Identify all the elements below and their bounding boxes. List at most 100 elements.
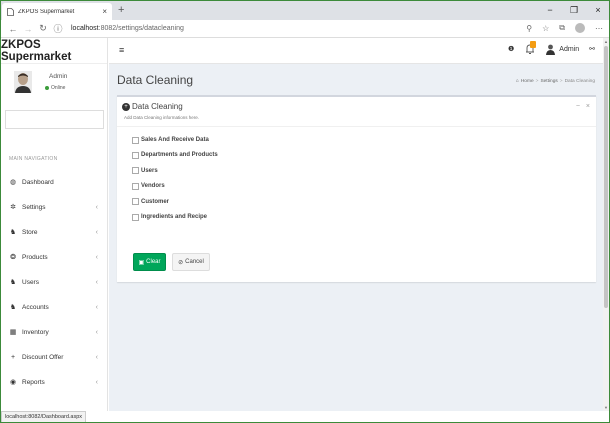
- notifications-bell-icon[interactable]: [524, 41, 537, 55]
- collections-icon[interactable]: ⧉: [559, 23, 565, 33]
- box-title-text: Data Cleaning: [132, 102, 183, 111]
- products-icon: ❂: [10, 254, 16, 261]
- minimize-button[interactable]: −: [545, 4, 555, 16]
- tab-close-icon[interactable]: ×: [102, 7, 107, 16]
- checkbox-row[interactable]: Customer: [132, 197, 169, 207]
- info-circle-icon[interactable]: ❶: [508, 45, 514, 53]
- checkbox[interactable]: [132, 198, 139, 206]
- tab-title: ZKPOS Supermarket: [18, 8, 75, 15]
- sidebar-item-dashboard[interactable]: ◍ Dashboard: [1, 172, 107, 192]
- avatar: [14, 71, 32, 93]
- breadcrumb-home[interactable]: Home: [521, 79, 534, 84]
- checkbox[interactable]: [132, 167, 139, 175]
- sidebar-item-label: Users: [22, 278, 39, 286]
- checkbox[interactable]: [132, 213, 139, 221]
- users-icon: ♞: [9, 304, 17, 311]
- checkbox-label: Vendors: [141, 183, 165, 190]
- checkbox-row[interactable]: Sales And Receive Data: [132, 135, 209, 145]
- breadcrumb-current: Data Cleaning: [564, 79, 595, 84]
- favorite-star-icon[interactable]: ☆: [542, 24, 549, 33]
- scroll-down-icon[interactable]: ▼: [604, 405, 608, 410]
- sidebar-item-inventory[interactable]: ▦ Inventory ‹: [1, 322, 107, 342]
- breadcrumb: ⌂ Home > Settings > Data Cleaning: [516, 79, 595, 84]
- checkbox-row[interactable]: Ingredients and Recipe: [132, 212, 207, 222]
- box-subtitle: Add Data Cleaning informations here.: [124, 115, 200, 120]
- sidebar-item-discount-offer[interactable]: + Discount Offer ‹: [1, 347, 107, 367]
- scrollbar-thumb[interactable]: [604, 46, 608, 308]
- sidebar-item-label: Dashboard: [22, 178, 54, 186]
- window-controls: − ❐ ×: [545, 4, 603, 16]
- sidebar-item-label: Reports: [22, 378, 45, 386]
- checkbox-label: Ingredients and Recipe: [141, 214, 208, 220]
- checkbox-label: Sales And Receive Data: [141, 137, 209, 143]
- checkbox-row[interactable]: Departments and Products: [132, 150, 218, 160]
- settings-share-icon[interactable]: ⚯: [589, 45, 595, 53]
- browser-status-bar: localhost:8082/Dashboard.aspx: [1, 411, 87, 422]
- page-title: Data Cleaning: [117, 73, 194, 87]
- plus-icon: +: [10, 353, 16, 361]
- breadcrumb-separator: >: [535, 79, 539, 84]
- url-host: localhost: [71, 25, 99, 32]
- checkbox[interactable]: [132, 136, 139, 144]
- sidebar-item-label: Accounts: [22, 303, 49, 311]
- close-icon[interactable]: ×: [586, 103, 590, 110]
- page-scrollbar[interactable]: ▲ ▼: [603, 38, 609, 411]
- sidebar-item-users[interactable]: ♞ Users ‹: [1, 272, 107, 292]
- chevron-left-icon: ‹: [95, 328, 98, 336]
- tab-strip: ZKPOS Supermarket × + − ❐ ×: [1, 1, 609, 20]
- sidebar-item-accounts[interactable]: ♞ Accounts ‹: [1, 297, 107, 317]
- more-icon[interactable]: ⋯: [595, 24, 603, 33]
- clear-icon: ▣: [138, 259, 145, 266]
- info-icon[interactable]: ⓘ: [52, 22, 64, 35]
- forward-arrow-icon[interactable]: →: [22, 24, 34, 34]
- chevron-left-icon: ‹: [95, 353, 98, 361]
- profile-icon[interactable]: [575, 23, 585, 33]
- admin-user-menu[interactable]: Admin: [546, 44, 579, 55]
- page-icon: [7, 7, 14, 16]
- address-bar: ← → ↻ ⓘ localhost:8082/settings/dataclea…: [1, 20, 609, 38]
- admin-avatar-icon: [546, 44, 556, 55]
- home-icon: ⌂: [515, 79, 519, 84]
- chevron-left-icon: ‹: [95, 228, 98, 236]
- checkbox-label: Departments and Products: [141, 152, 218, 159]
- clear-button-label: Clear: [146, 259, 161, 265]
- back-arrow-icon[interactable]: ←: [7, 24, 19, 34]
- dashboard-icon: ◍: [9, 179, 17, 186]
- box-title: + Data Cleaning: [122, 102, 183, 111]
- checkbox-row[interactable]: Users: [132, 166, 158, 176]
- box-tools: − ×: [576, 103, 590, 110]
- scroll-up-icon[interactable]: ▲: [604, 39, 608, 44]
- sidebar-item-label: Store: [22, 228, 38, 236]
- hamburger-menu-icon[interactable]: ≡: [119, 45, 124, 55]
- checkbox-label: Users: [141, 167, 158, 174]
- url-field[interactable]: localhost:8082/settings/datacleaning: [71, 25, 184, 32]
- clear-button[interactable]: ▣ Clear: [133, 253, 166, 271]
- close-window-button[interactable]: ×: [593, 4, 603, 16]
- sidebar: ZKPOS Supermarket Admin Online MAIN NAVI…: [1, 38, 108, 411]
- cancel-button[interactable]: ⊘ Cancel: [172, 253, 210, 271]
- chevron-left-icon: ‹: [95, 378, 98, 386]
- sidebar-item-store[interactable]: ♞ Store ‹: [1, 222, 107, 242]
- checkbox-row[interactable]: Vendors: [132, 181, 165, 191]
- checkbox[interactable]: [132, 182, 139, 190]
- notification-badge: [530, 41, 537, 48]
- sidebar-search-input[interactable]: [5, 110, 104, 129]
- sidebar-item-reports[interactable]: ◉ Reports ‹: [1, 372, 107, 392]
- browser-tab[interactable]: ZKPOS Supermarket ×: [2, 3, 112, 20]
- reports-icon: ◉: [9, 379, 17, 386]
- checkbox[interactable]: [132, 151, 139, 159]
- read-aloud-icon[interactable]: ⚲: [526, 24, 532, 33]
- user-status-label: Online: [51, 85, 66, 91]
- sidebar-item-settings[interactable]: ✲ Settings ‹: [1, 197, 107, 217]
- restore-button[interactable]: ❐: [569, 4, 579, 16]
- breadcrumb-settings[interactable]: Settings: [540, 79, 557, 84]
- divider: [117, 126, 596, 127]
- brand-logo[interactable]: ZKPOS Supermarket: [1, 38, 107, 64]
- new-tab-button[interactable]: +: [118, 4, 124, 16]
- reload-icon[interactable]: ↻: [37, 23, 49, 34]
- gear-icon: ✲: [10, 204, 16, 211]
- online-status-icon: [45, 86, 49, 90]
- collapse-icon[interactable]: −: [576, 103, 580, 110]
- sidebar-item-products[interactable]: ❂ Products ‹: [1, 247, 107, 267]
- checkbox-label: Customer: [141, 198, 170, 205]
